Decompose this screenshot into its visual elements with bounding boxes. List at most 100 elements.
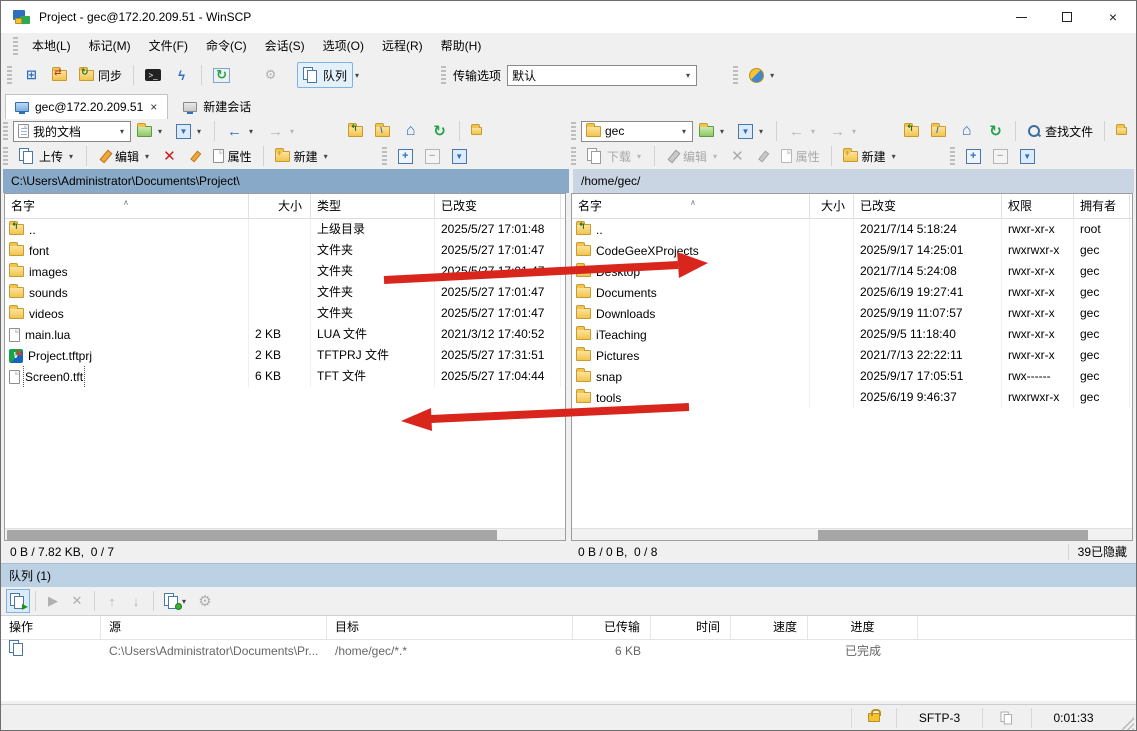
queue-enable-button[interactable]: ▶ xyxy=(6,589,30,613)
file-row[interactable]: Downloads 2025/9/19 11:07:57rwxr-xr-xgec xyxy=(572,303,1132,324)
maximize-button[interactable] xyxy=(1044,1,1090,33)
menu-file[interactable]: 文件(F) xyxy=(140,33,197,59)
right-new-button[interactable]: +新建▾ xyxy=(837,143,904,169)
left-open-directory-button[interactable]: ▾ xyxy=(131,118,170,144)
menu-remote[interactable]: 远程(R) xyxy=(373,33,432,59)
open-console-button[interactable]: >_ xyxy=(139,62,167,88)
panel-layout-button[interactable]: ⊞ xyxy=(17,62,46,88)
session-tab[interactable]: gec@172.20.209.51 × xyxy=(5,94,168,119)
left-path-bar[interactable]: C:\Users\Administrator\Documents\Project… xyxy=(3,169,569,193)
file-row[interactable]: images 文件夹2025/5/27 17:01:47 xyxy=(5,261,565,282)
right-filter-button[interactable]: ▾ xyxy=(732,118,771,144)
left-collapse-button[interactable]: − xyxy=(419,143,446,169)
column-header-size[interactable]: 大小 xyxy=(810,194,854,218)
menu-options[interactable]: 选项(O) xyxy=(314,33,373,59)
right-collapse-button[interactable]: − xyxy=(987,143,1014,169)
file-row[interactable]: main.lua 2 KBLUA 文件2021/3/12 17:40:52 xyxy=(5,324,565,345)
minimize-button[interactable] xyxy=(998,1,1044,33)
tab-close-icon[interactable]: × xyxy=(149,100,158,114)
queue-column-progress[interactable]: 进度 xyxy=(808,616,918,639)
refresh-session-button[interactable]: ↻ xyxy=(207,62,236,88)
find-files-button[interactable]: 查找文件 xyxy=(1021,118,1099,144)
hidden-files-badge[interactable]: 39已隐藏 xyxy=(1068,544,1136,560)
column-header-name[interactable]: ∧名字 xyxy=(5,194,249,218)
file-row[interactable]: tools 2025/6/19 9:46:37rwxrwxr-xgec xyxy=(572,387,1132,408)
right-path-bar[interactable]: /home/gec/ xyxy=(573,169,1134,193)
preferences-button[interactable]: ⚙ xyxy=(256,62,285,88)
right-delete-button[interactable]: ✕ xyxy=(725,143,750,169)
synchronize-button[interactable]: ↻同步 xyxy=(73,62,128,88)
resize-grip[interactable] xyxy=(1121,717,1134,730)
queue-resume-button[interactable]: ▶ xyxy=(41,589,65,613)
file-row[interactable]: ↰.. 上级目录2025/5/27 17:01:48 xyxy=(5,219,565,240)
menu-command[interactable]: 命令(C) xyxy=(197,33,256,59)
queue-toggle-button[interactable]: 队列 xyxy=(297,62,353,88)
menu-help[interactable]: 帮助(H) xyxy=(432,33,491,59)
file-row[interactable]: iTeaching 2025/9/5 11:18:40rwxr-xr-xgec xyxy=(572,324,1132,345)
upload-button[interactable]: 上传▾ xyxy=(13,143,81,169)
queue-column-source[interactable]: 源 xyxy=(101,616,327,639)
queue-column-speed[interactable]: 速度 xyxy=(731,616,808,639)
file-row[interactable]: sounds 文件夹2025/5/27 17:01:47 xyxy=(5,282,565,303)
scrollbar-thumb[interactable] xyxy=(818,530,1088,540)
session-color-button[interactable]: ▾ xyxy=(743,62,782,88)
file-row[interactable]: Documents 2025/6/19 19:27:41rwxr-xr-xgec xyxy=(572,282,1132,303)
left-forward-button[interactable]: →▾ xyxy=(261,118,302,144)
left-root-directory-button[interactable]: \ xyxy=(369,118,396,144)
queue-chevron-down-icon[interactable]: ▾ xyxy=(353,71,361,80)
column-header-permissions[interactable]: 权限 xyxy=(1002,194,1074,218)
synchronize-browsing-button[interactable]: ⇄ xyxy=(46,62,73,88)
file-row[interactable]: videos 文件夹2025/5/27 17:01:47 xyxy=(5,303,565,324)
download-button[interactable]: 下载▾ xyxy=(581,143,649,169)
right-parent-directory-button[interactable]: ↰ xyxy=(898,118,925,144)
file-row[interactable]: ↰.. 2021/7/14 5:18:24rwxr-xr-xroot xyxy=(572,219,1132,240)
queue-preferences-button[interactable]: ⚙ xyxy=(193,589,217,613)
scrollbar-thumb[interactable] xyxy=(7,530,497,540)
right-expand-button[interactable]: + xyxy=(960,143,987,169)
right-edit-button[interactable]: 编辑▾ xyxy=(660,143,725,169)
right-back-button[interactable]: ←▾ xyxy=(782,118,823,144)
left-expand-button[interactable]: + xyxy=(392,143,419,169)
close-button[interactable]: × xyxy=(1090,1,1136,33)
menu-mark[interactable]: 标记(M) xyxy=(80,33,140,59)
left-drive-selector[interactable]: 我的文档▾ xyxy=(13,121,131,142)
left-new-button[interactable]: +新建▾ xyxy=(269,143,336,169)
right-rename-button[interactable] xyxy=(750,143,775,169)
right-properties-button[interactable]: 属性 xyxy=(775,143,826,169)
left-filter-toggle-button[interactable] xyxy=(446,143,473,169)
right-horizontal-scrollbar[interactable] xyxy=(572,528,1132,540)
column-header-size[interactable]: 大小 xyxy=(249,194,311,218)
left-home-directory-button[interactable]: ⌂ xyxy=(396,118,425,144)
left-rename-button[interactable] xyxy=(182,143,207,169)
column-header-owner[interactable]: 拥有者 xyxy=(1074,194,1130,218)
left-back-button[interactable]: ←▾ xyxy=(220,118,261,144)
file-row[interactable]: snap 2025/9/17 17:05:51rwx------gec xyxy=(572,366,1132,387)
queue-status-segment[interactable] xyxy=(982,708,1031,728)
file-row-focused[interactable]: Screen0.tft 6 KBTFT 文件2025/5/27 17:04:44 xyxy=(5,366,565,387)
left-properties-button[interactable]: 属性 xyxy=(207,143,258,169)
left-horizontal-scrollbar[interactable] xyxy=(5,528,565,540)
queue-delete-button[interactable]: ✕ xyxy=(65,589,89,613)
file-row[interactable]: Pictures 2021/7/13 22:22:11rwxr-xr-xgec xyxy=(572,345,1132,366)
right-refresh-button[interactable]: ↻ xyxy=(981,118,1010,144)
queue-item-row[interactable]: C:\Users\Administrator\Documents\Pr... /… xyxy=(1,640,1136,662)
left-parent-directory-button[interactable]: ↰ xyxy=(342,118,369,144)
column-header-name[interactable]: ∧名字 xyxy=(572,194,810,218)
right-directory-selector[interactable]: gec▾ xyxy=(581,121,693,142)
menu-local[interactable]: 本地(L) xyxy=(23,33,80,59)
right-home-directory-button[interactable]: ⌂ xyxy=(952,118,981,144)
queue-column-operation[interactable]: 操作 xyxy=(1,616,101,639)
menu-session[interactable]: 会话(S) xyxy=(256,33,314,59)
right-open-directory-button[interactable]: ▾ xyxy=(693,118,732,144)
commands-button[interactable]: ϟ xyxy=(167,62,196,88)
queue-move-up-button[interactable]: ↑ xyxy=(100,589,124,613)
right-filter-toggle-button[interactable] xyxy=(1014,143,1041,169)
right-forward-button[interactable]: →▾ xyxy=(823,118,864,144)
file-row[interactable]: VProject.tftprj 2 KBTFTPRJ 文件2025/5/27 1… xyxy=(5,345,565,366)
queue-column-time[interactable]: 时间 xyxy=(651,616,731,639)
column-header-type[interactable]: 类型 xyxy=(311,194,435,218)
file-row[interactable]: CodeGeeXProjects 2025/9/17 14:25:01rwxrw… xyxy=(572,240,1132,261)
queue-move-down-button[interactable]: ↓ xyxy=(124,589,148,613)
column-header-modified[interactable]: 已改变 xyxy=(854,194,1002,218)
encryption-segment[interactable] xyxy=(851,708,896,728)
